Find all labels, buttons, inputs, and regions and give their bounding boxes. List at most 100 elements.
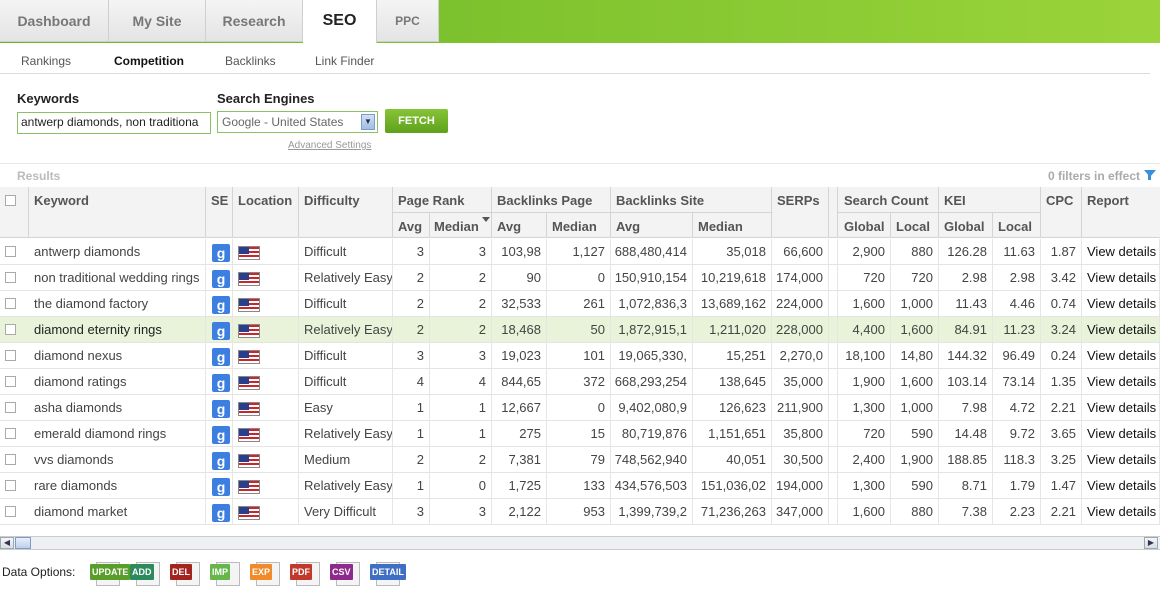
header-backlinks-site-label: Backlinks Site — [616, 193, 705, 208]
cell-spacer — [829, 317, 838, 342]
cell-pr-avg: 2 — [393, 317, 430, 342]
view-details-link[interactable]: View details — [1082, 499, 1160, 524]
view-details-link[interactable]: View details — [1082, 343, 1160, 368]
cell-spacer — [206, 499, 233, 524]
cell-kei-local: 2.23 — [993, 499, 1041, 524]
table-row[interactable]: g rare diamonds Relatively Easy 1 0 1,725 133 4… — [0, 473, 1160, 499]
tab-research[interactable]: Research — [206, 0, 303, 42]
cell-spacer — [206, 265, 233, 290]
cell-serps: 35,000 — [772, 369, 829, 394]
row-checkbox[interactable] — [5, 350, 16, 361]
cell-pr-med: 2 — [430, 317, 492, 342]
table-row[interactable]: g the diamond factory Difficult 2 2 32,533 261… — [0, 291, 1160, 317]
cell-pr-avg: 3 — [393, 239, 430, 264]
scroll-right-icon[interactable]: ▶ — [1144, 537, 1158, 549]
cell-pr-avg: 2 — [393, 291, 430, 316]
fetch-button[interactable]: FETCH — [385, 109, 448, 133]
horizontal-scrollbar[interactable]: ◀ ▶ — [0, 536, 1160, 550]
filter-icon[interactable] — [1144, 170, 1156, 180]
table-row[interactable]: g vvs diamonds Medium 2 2 7,381 79 748,562,940 4… — [0, 447, 1160, 473]
cell-bs-avg: 150,910,154 — [611, 265, 693, 290]
view-details-link[interactable]: View details — [1082, 317, 1160, 342]
table-row[interactable]: g diamond market Very Difficult 3 3 2,122 953 1… — [0, 499, 1160, 525]
row-checkbox[interactable] — [5, 376, 16, 387]
cell-pr-med: 3 — [430, 239, 492, 264]
cell-pr-avg: 1 — [393, 473, 430, 498]
cell-sc-global: 1,600 — [838, 499, 891, 524]
cell-keyword: non traditional wedding rings — [29, 265, 206, 290]
table-row[interactable]: g diamond nexus Difficult 3 3 19,023 101 19,065… — [0, 343, 1160, 369]
table-row[interactable]: g asha diamonds Easy 1 1 12,667 0 9,402,080,9 12… — [0, 395, 1160, 421]
view-details-link[interactable]: View details — [1082, 421, 1160, 446]
table-row[interactable]: g emerald diamond rings Relatively Easy 1 1 2… — [0, 421, 1160, 447]
row-checkbox[interactable] — [5, 402, 16, 413]
subnav-rankings[interactable]: Rankings — [21, 54, 71, 68]
cell-sc-local: 14,80 — [891, 343, 939, 368]
cell-spacer — [206, 447, 233, 472]
exp-button[interactable]: EXP — [250, 562, 284, 586]
cell-pr-med: 3 — [430, 499, 492, 524]
subnav-backlinks[interactable]: Backlinks — [225, 54, 276, 68]
tab-dashboard[interactable]: Dashboard — [0, 0, 109, 42]
cell-bs-med: 15,251 — [693, 343, 772, 368]
add-button[interactable]: ADD — [130, 562, 164, 586]
cell-sc-local: 1,600 — [891, 369, 939, 394]
table-row[interactable]: g antwerp diamonds Difficult 3 3 103,98 1,127 6… — [0, 239, 1160, 265]
data-options-bar: Data Options: UPDATE ADD DEL IMP EXP PDF CSV DE… — [0, 551, 1160, 592]
view-details-link[interactable]: View details — [1082, 473, 1160, 498]
tab-seo[interactable]: SEO — [303, 0, 377, 43]
cell-keyword: diamond nexus — [29, 343, 206, 368]
scroll-thumb[interactable] — [15, 537, 31, 549]
update-button[interactable]: UPDATE — [90, 562, 131, 586]
cell-spacer — [233, 265, 299, 290]
subnav-link-finder[interactable]: Link Finder — [315, 54, 374, 68]
row-checkbox[interactable] — [5, 454, 16, 465]
table-row[interactable]: g diamond ratings Difficult 4 4 844,65 372 668,… — [0, 369, 1160, 395]
view-details-link[interactable]: View details — [1082, 265, 1160, 290]
chevron-down-icon[interactable]: ▼ — [361, 114, 375, 130]
row-checkbox[interactable] — [5, 480, 16, 491]
row-checkbox[interactable] — [5, 324, 16, 335]
row-checkbox[interactable] — [5, 506, 16, 517]
header-sc-global-label: Global — [844, 219, 885, 234]
view-details-link[interactable]: View details — [1082, 369, 1160, 394]
view-details-link[interactable]: View details — [1082, 395, 1160, 420]
row-checkbox[interactable] — [5, 428, 16, 439]
advanced-settings-link[interactable]: Advanced Settings — [288, 140, 371, 151]
subnav-competition[interactable]: Competition — [114, 54, 184, 68]
row-checkbox[interactable] — [5, 272, 16, 283]
cell-sc-global: 1,600 — [838, 291, 891, 316]
row-checkbox[interactable] — [5, 298, 16, 309]
sort-desc-icon[interactable] — [482, 217, 490, 222]
del-button[interactable]: DEL — [170, 562, 204, 586]
cell-bp-avg: 32,533 — [492, 291, 547, 316]
pdf-button[interactable]: PDF — [290, 562, 324, 586]
detail-button[interactable]: DETAIL — [370, 562, 406, 586]
tab-ppc[interactable]: PPC — [377, 0, 439, 42]
csv-button[interactable]: CSV — [330, 562, 364, 586]
select-all-checkbox[interactable] — [5, 195, 16, 206]
table-row[interactable]: g non traditional wedding rings Relatively… — [0, 265, 1160, 291]
cell-pr-med: 0 — [430, 473, 492, 498]
cell-kei-global: 84.91 — [939, 317, 993, 342]
cell-spacer — [829, 291, 838, 316]
keywords-input[interactable]: antwerp diamonds, non traditiona — [17, 112, 211, 134]
cell-kei-local: 4.46 — [993, 291, 1041, 316]
cell-difficulty: Relatively Easy — [299, 317, 393, 342]
view-details-link[interactable]: View details — [1082, 239, 1160, 264]
table-row[interactable]: g diamond eternity rings Relatively Easy 2 2… — [0, 317, 1160, 343]
cell-pr-avg: 3 — [393, 499, 430, 524]
row-checkbox[interactable] — [5, 246, 16, 257]
cell-bs-avg: 434,576,503 — [611, 473, 693, 498]
search-engine-select[interactable]: Google - United States ▼ — [217, 111, 378, 133]
tab-my-site[interactable]: My Site — [109, 0, 206, 42]
header-bp-avg-label: Avg — [497, 219, 522, 234]
cell-pr-med: 2 — [430, 291, 492, 316]
imp-button[interactable]: IMP — [210, 562, 244, 586]
view-details-link[interactable]: View details — [1082, 447, 1160, 472]
cell-difficulty: Very Difficult — [299, 499, 393, 524]
view-details-link[interactable]: View details — [1082, 291, 1160, 316]
scroll-left-icon[interactable]: ◀ — [0, 537, 14, 549]
cell-spacer — [233, 473, 299, 498]
del-label: DEL — [170, 564, 192, 580]
